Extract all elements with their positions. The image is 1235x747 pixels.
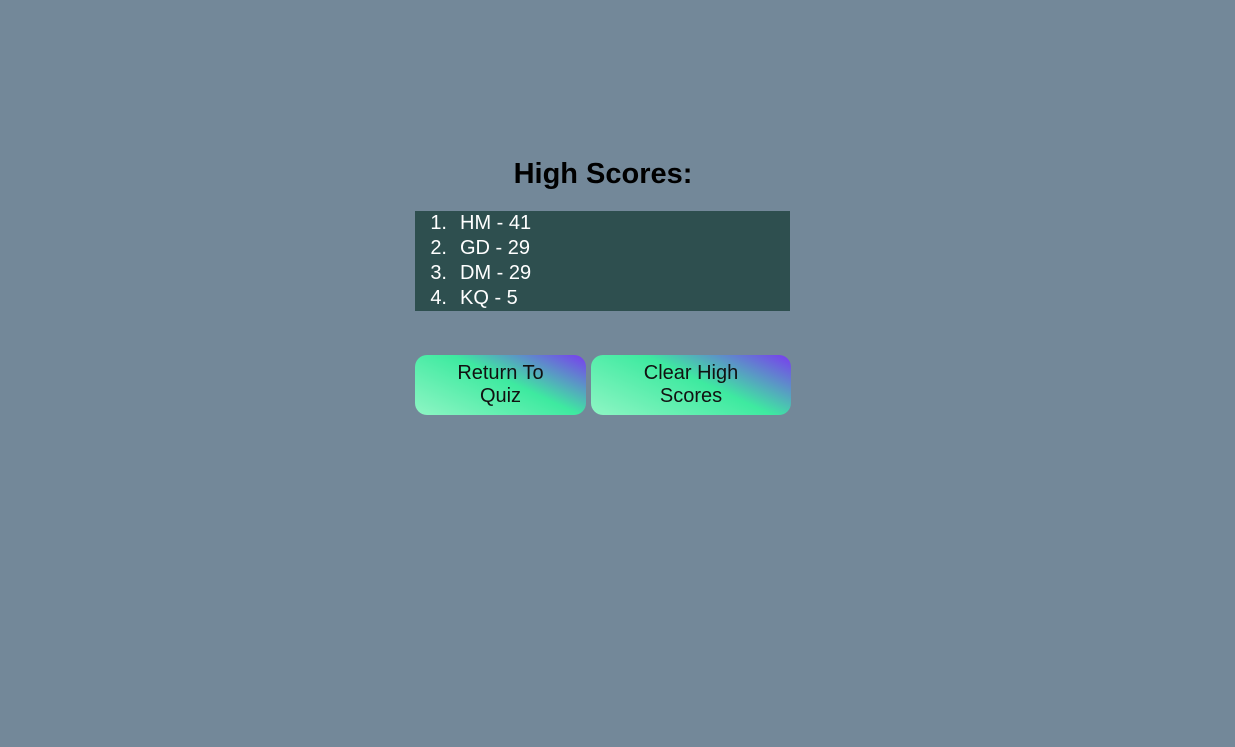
score-rank: 3. — [430, 262, 447, 284]
score-rank: 2. — [430, 237, 447, 259]
score-entry: DM - 29 — [460, 262, 532, 284]
page-title: High Scores: — [513, 158, 693, 190]
return-to-quiz-button[interactable]: Return To Quiz — [415, 355, 586, 415]
list-item: 1. HM - 41 — [415, 211, 790, 236]
high-scores-panel: High Scores: 1. HM - 41 2. GD - 29 3. DM… — [415, 150, 791, 415]
high-scores-list: 1. HM - 41 2. GD - 29 3. DM - 29 4. KQ -… — [415, 211, 790, 311]
score-entry: GD - 29 — [460, 237, 531, 259]
score-entry: HM - 41 — [460, 212, 532, 234]
clear-high-scores-button[interactable]: Clear High Scores — [591, 355, 791, 415]
list-item: 2. GD - 29 — [415, 236, 790, 261]
list-item: 3. DM - 29 — [415, 261, 790, 286]
score-entry: KQ - 5 — [460, 287, 518, 309]
list-item: 4. KQ - 5 — [415, 286, 790, 311]
score-rank: 4. — [430, 287, 447, 309]
score-rank: 1. — [430, 212, 447, 234]
button-row: Return To Quiz Clear High Scores — [415, 355, 791, 415]
